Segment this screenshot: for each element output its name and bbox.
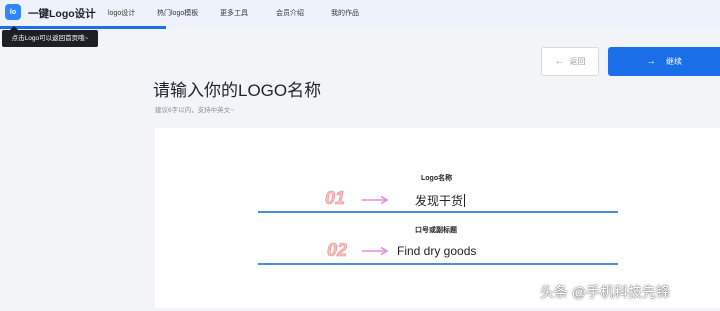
logo-form-card [155,128,720,308]
watermark: 头条 @手机科技先锋 [540,284,671,300]
nav-item-membership[interactable]: 会员介绍 [276,8,304,18]
brand-name[interactable]: 一键Logo设计 [28,6,96,21]
back-button-label: 返回 [569,57,586,66]
nav-item-more-tools[interactable]: 更多工具 [220,8,248,18]
logo-name-input[interactable]: 发现干货 [415,192,466,209]
logo-name-input-underline [258,211,618,213]
text-caret [464,194,466,207]
step-number-01: 01 [325,188,346,209]
continue-button[interactable]: → 继续 [608,47,720,76]
logo-name-value: 发现干货 [415,194,464,208]
step-arrow-icon [362,195,389,205]
slogan-input[interactable]: Find dry goods [397,244,476,258]
home-tooltip: 点击Logo可以返回首页哦~ [2,30,98,47]
page-title: 请输入你的LOGO名称 [153,81,322,100]
nav-item-my-works[interactable]: 我的作品 [331,8,359,18]
nav-item-hot-templates[interactable]: 热门logo模板 [157,8,198,18]
arrow-right-icon: → [646,55,656,67]
back-button[interactable]: ← 返回 [541,47,599,76]
brand-logo-icon[interactable]: lo [5,4,21,20]
nav-item-logo-design[interactable]: logo设计 [108,8,135,18]
arrow-left-icon: ← [554,55,565,67]
step-number-02: 02 [327,240,348,261]
logo-name-label: Logo名称 [421,175,453,182]
slogan-label: 口号或副标题 [415,227,457,234]
continue-button-label: 继续 [666,57,682,66]
slogan-input-underline [258,263,618,265]
step-arrow-icon [362,246,389,256]
page-subtitle: 建议6字以内，支持中英文~ [155,107,234,114]
active-nav-indicator [0,26,166,29]
